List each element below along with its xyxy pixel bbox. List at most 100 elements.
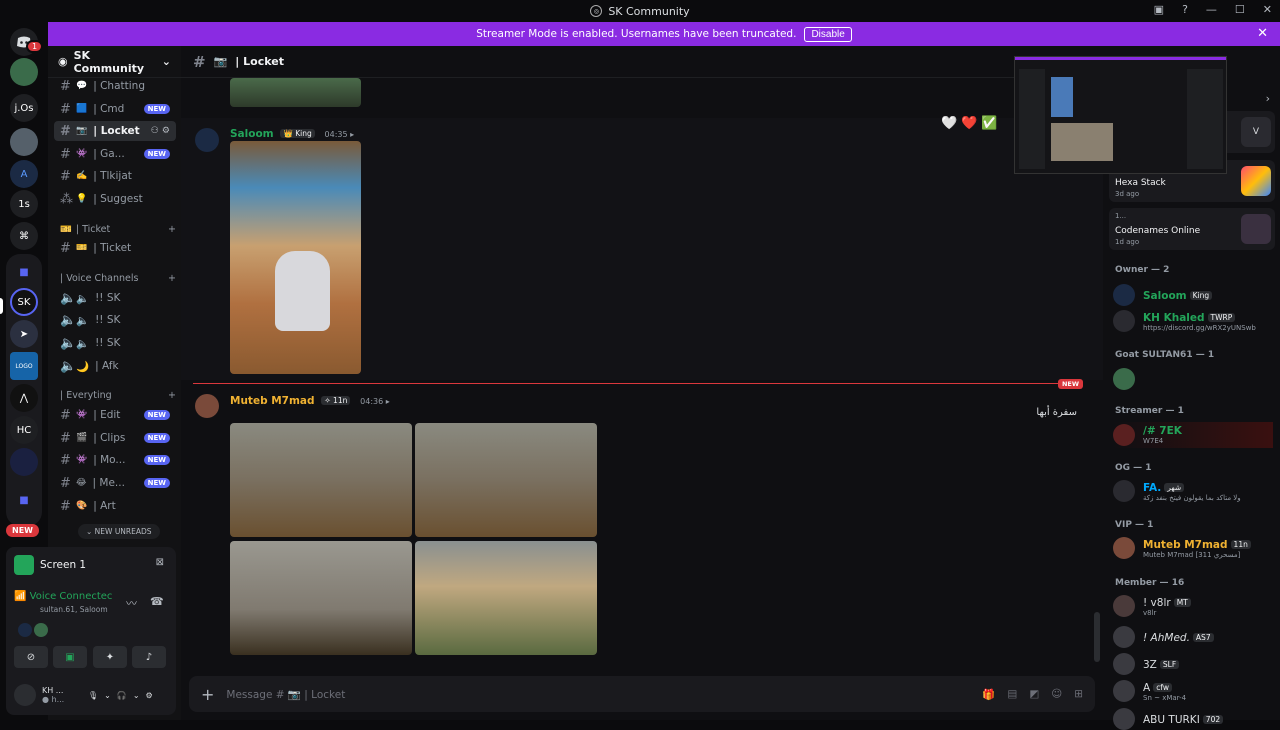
add-attachment-icon[interactable]: + [201,685,214,704]
server-icon-jos[interactable]: j.Os [10,94,38,122]
help-icon[interactable]: ? [1182,3,1188,16]
voice-status[interactable]: Voice Connectec [30,591,113,602]
gif-icon[interactable]: ▤ [1007,688,1017,700]
reaction-red-heart[interactable]: ❤️ [961,116,977,131]
category-ticket[interactable]: 🎫 | Ticket + [60,224,176,235]
server-header[interactable]: ◉ SK Community ⌄ [48,46,181,78]
category-everyting[interactable]: | Everyting + [60,390,176,401]
mic-icon[interactable]: 🎙 [88,691,98,700]
category-voice[interactable]: | Voice Channels + [60,273,176,284]
server-icon-12[interactable]: ⋀ [10,384,38,412]
channel-chatting[interactable]: # 💬 | Chatting [54,76,176,96]
voice-channel-afk[interactable]: 🔈 🌙 | Afk [54,356,176,376]
sticker-icon[interactable]: ◩ [1029,688,1039,700]
channel-mo[interactable]: # 👾 | Mo... NEW [54,450,176,470]
apps-icon[interactable]: ⊞ [1074,688,1083,700]
member-item[interactable]: /# 7EK W7E4 [1113,422,1273,448]
camera-off-button[interactable]: ⊘ [14,646,48,668]
avatar[interactable] [195,128,219,152]
gear-icon[interactable]: ⚙ [146,691,153,700]
server-icon-14[interactable] [10,448,38,476]
message-image-horse[interactable] [230,141,361,374]
message-image-fog[interactable] [230,541,412,655]
channel-games[interactable]: # 👾 | Ga... NEW [54,144,176,164]
chat-scrollbar[interactable] [1094,612,1100,662]
server-icon-sk[interactable]: SK [10,288,38,316]
inbox-icon[interactable]: ▣ [1154,3,1164,16]
avatar[interactable] [195,394,219,418]
message-image-mountain-1[interactable] [230,423,412,537]
server-icon-4[interactable] [10,128,38,156]
close-window-button[interactable]: ✕ [1263,3,1272,16]
folder-icon[interactable]: ■ [10,258,38,286]
channel-suggest[interactable]: ⁂ 💡 | Suggest [54,189,176,209]
message-input[interactable]: Message # 📷 | Locket [226,688,970,701]
activity-card-codenames[interactable]: 1... Codenames Online 1d ago [1109,208,1275,250]
close-banner-icon[interactable]: ✕ [1257,26,1268,41]
add-channel-icon[interactable]: + [168,273,176,284]
voice-channel-sk-2[interactable]: 🔈 🔈 !! SK [54,310,176,330]
emoji-icon[interactable]: ☺ [1051,688,1062,700]
message-author[interactable]: Muteb M7mad [230,395,315,407]
add-channel-icon[interactable]: + [168,224,176,235]
member-item[interactable]: ! AhMed. AS7 [1113,626,1273,648]
member-item[interactable]: 3Z SLF [1113,653,1273,675]
channel-locket[interactable]: # 📷 | Locket ⚇ ⚙ [54,121,176,141]
member-item[interactable]: ABU TURKI 702 [1113,708,1273,730]
new-servers-pill[interactable]: NEW [6,524,39,537]
chevron-right-icon[interactable]: › [1266,92,1270,105]
disable-streamer-button[interactable]: Disable [804,26,852,42]
avatar[interactable] [18,623,32,637]
add-channel-icon[interactable]: + [168,390,176,401]
new-unreads-pill[interactable]: ⌄ NEW UNREADS [78,524,160,539]
stream-button[interactable]: ▣ [53,646,87,668]
minimize-button[interactable]: — [1206,3,1217,16]
soundboard-button[interactable]: ♪ [132,646,166,668]
server-icon-7[interactable]: ⌘ [10,222,38,250]
member-item[interactable]: Saloom King [1113,284,1273,306]
message-image-building[interactable] [415,541,597,655]
message-author[interactable]: Saloom [230,128,274,140]
channel-edit[interactable]: # 👾 | Edit NEW [54,405,176,425]
message-image-mountain-2[interactable] [415,423,597,537]
reaction-check[interactable]: ✅ [981,116,997,131]
chevron-down-icon[interactable]: ⌄ [133,691,140,700]
avatar[interactable] [34,623,48,637]
channel-clips[interactable]: # 🎬 | Clips NEW [54,428,176,448]
server-icon-5[interactable]: A [10,160,38,188]
channel-tlkijat[interactable]: # ✍️ | Tlkijat [54,166,176,186]
voice-channel-sk-1[interactable]: 🔈 🔈 !! SK [54,288,176,308]
headphones-icon[interactable]: 🎧 [117,691,127,700]
hash-icon: # [60,475,71,491]
chevron-down-icon[interactable]: ⌄ [104,691,111,700]
member-item[interactable]: Acfw Sn ~ xMar-4 [1113,680,1273,702]
member-item[interactable]: KH Khaled TWRP https://discord.gg/wRX2yUNS… [1113,310,1273,332]
member-item[interactable]: Muteb M7mad 11n Muteb M7mad [311 مسحري] [1113,537,1273,559]
avatar[interactable] [14,684,36,706]
folder-icon-2[interactable]: ■ [10,486,38,514]
member-item[interactable]: ! v8lr MT v8lr [1113,595,1273,617]
server-icon-11[interactable]: LOGO [10,352,38,380]
channel-art[interactable]: # 🎨 | Art [54,496,176,516]
member-item[interactable]: FA. شهر ولا متأكد بما يقولون فيتخ بنفد زكة [1113,480,1273,502]
stop-stream-icon[interactable]: ⊠ [156,557,164,568]
server-icon-10[interactable]: ➤ [10,320,38,348]
member-item[interactable] [1113,368,1273,390]
server-icon-2[interactable] [10,58,38,86]
channel-me[interactable]: # 😂 | Me... NEW [54,473,176,493]
voice-channel-sk-3[interactable]: 🔈 🔈 !! SK [54,333,176,353]
channel-ticket[interactable]: # 🎫 | Ticket [54,238,176,258]
stream-preview-window[interactable] [1014,56,1227,174]
message-image[interactable] [230,78,361,107]
activities-button[interactable]: ✦ [93,646,127,668]
reaction-white-heart[interactable]: 🤍 [941,116,957,131]
server-icon-hc[interactable]: HC [10,416,38,444]
gift-icon[interactable]: 🎁 [982,688,995,701]
server-icon-1s[interactable]: 1s [10,190,38,218]
category-label: | Ticket [75,224,111,235]
maximize-button[interactable]: ☐ [1235,3,1245,16]
channel-cmd[interactable]: # 🟦 | Cmd NEW [54,99,176,119]
disconnect-icon[interactable]: ☎ [150,595,164,608]
noise-suppression-icon[interactable]: 〰 [126,595,137,611]
invite-settings-icon[interactable]: ⚇ ⚙ [151,126,170,136]
